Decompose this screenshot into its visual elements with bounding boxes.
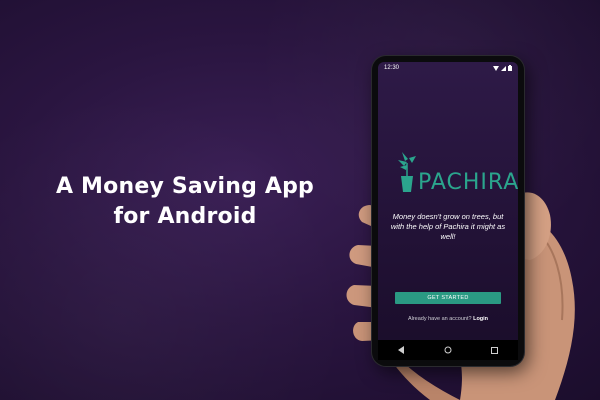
logo-text: PACHIRA bbox=[418, 170, 518, 195]
signal-icon bbox=[501, 65, 506, 71]
headline: A Money Saving App for Android bbox=[40, 172, 330, 232]
get-started-button[interactable]: GET STARTED bbox=[395, 292, 501, 304]
status-bar: 12:30 bbox=[378, 62, 518, 74]
login-link[interactable]: Login bbox=[473, 316, 488, 322]
home-icon[interactable] bbox=[443, 345, 453, 355]
app-logo: PACHIRA bbox=[396, 150, 518, 194]
back-icon[interactable] bbox=[396, 345, 406, 355]
headline-line-1: A Money Saving App bbox=[55, 174, 315, 199]
login-prompt: Already have an account? bbox=[407, 316, 472, 322]
status-icons bbox=[493, 65, 512, 71]
headline-line-2: for Android bbox=[113, 204, 257, 229]
status-time: 12:30 bbox=[384, 65, 400, 71]
recents-icon[interactable] bbox=[490, 345, 500, 355]
wifi-icon bbox=[493, 65, 499, 71]
plant-icon bbox=[398, 152, 416, 192]
tagline: Money doesn't grow on trees, but with th… bbox=[390, 212, 506, 241]
phone: 12:30 PACHIRA Money doesn't grow on tree… bbox=[372, 56, 524, 366]
phone-screen: 12:30 PACHIRA Money doesn't grow on tree… bbox=[378, 62, 518, 354]
login-row: Already have an account? Login bbox=[378, 316, 518, 322]
battery-icon bbox=[508, 65, 512, 71]
android-nav-bar bbox=[378, 340, 518, 360]
